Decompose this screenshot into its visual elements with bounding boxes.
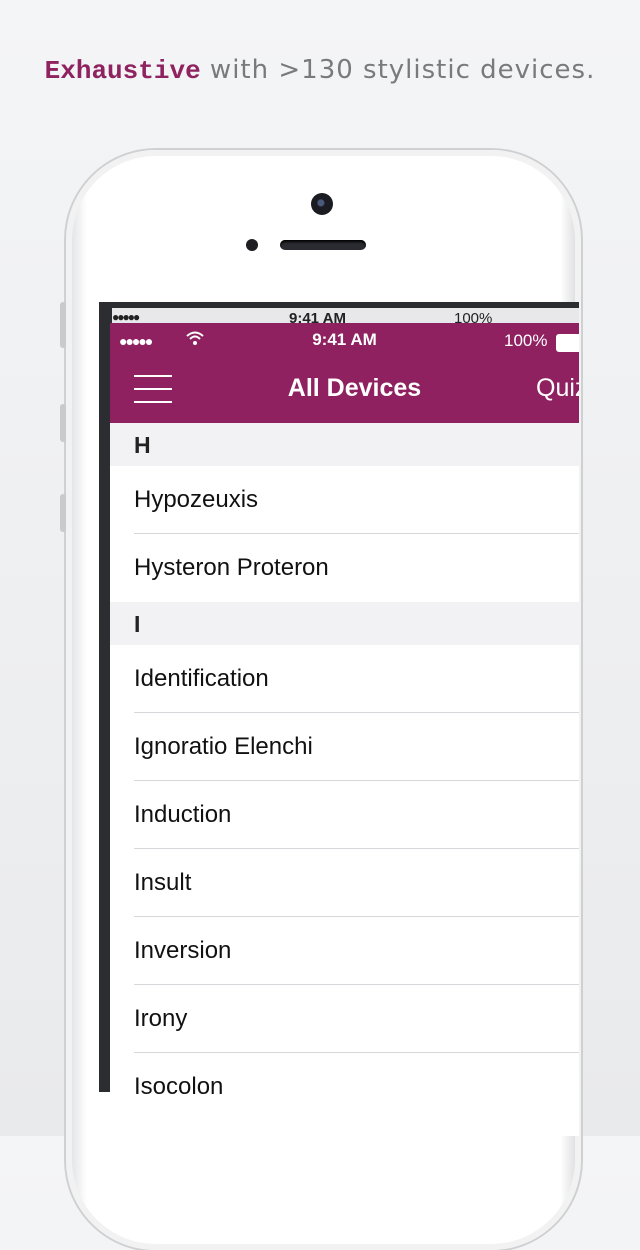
devices-list: H Hypozeuxis Hysteron Proteron I Identif… bbox=[110, 423, 579, 1121]
front-camera-icon bbox=[311, 193, 333, 215]
earpiece-speaker bbox=[280, 240, 366, 250]
headline-emphasis: Exhaustive bbox=[44, 56, 201, 86]
list-item[interactable]: Ignoratio Elenchi bbox=[110, 713, 579, 781]
section-header-i: I bbox=[110, 602, 579, 645]
battery-percent: 100% bbox=[504, 331, 548, 350]
list-item[interactable]: Hypozeuxis bbox=[110, 466, 579, 534]
list-item[interactable]: Insult bbox=[110, 849, 579, 917]
quiz-button[interactable]: Quiz bbox=[536, 374, 579, 403]
battery-icon bbox=[556, 334, 579, 352]
list-item[interactable]: Irony bbox=[110, 985, 579, 1053]
ghost-signal: ●●●●● bbox=[112, 310, 140, 324]
promo-headline: Exhaustive with >130 stylistic devices. bbox=[0, 54, 640, 86]
volume-down-button bbox=[60, 494, 66, 532]
app-screen: ●●●●● 9:41 AM 100% All Devices Quiz H Hy… bbox=[110, 323, 579, 1136]
headline-text: with >130 stylistic devices. bbox=[200, 55, 596, 85]
list-item[interactable]: Induction bbox=[110, 781, 579, 849]
sensor-icon bbox=[246, 239, 258, 251]
mute-switch bbox=[60, 302, 66, 348]
list-item[interactable]: Hysteron Proteron bbox=[110, 534, 579, 602]
navigation-bar: ●●●●● 9:41 AM 100% All Devices Quiz bbox=[110, 323, 579, 423]
volume-up-button bbox=[60, 404, 66, 442]
list-item[interactable]: Identification bbox=[110, 645, 579, 713]
list-item[interactable]: Isocolon bbox=[110, 1053, 579, 1121]
section-header-h: H bbox=[110, 423, 579, 466]
page-title: All Devices bbox=[287, 374, 422, 402]
list-item[interactable]: Inversion bbox=[110, 917, 579, 985]
